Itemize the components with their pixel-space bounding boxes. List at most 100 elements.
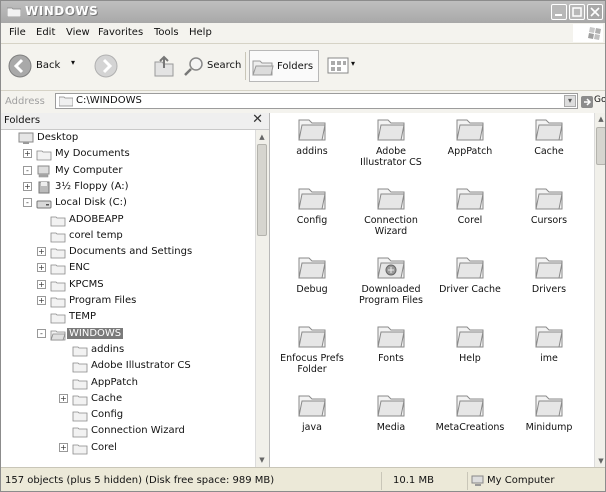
address-bar: Address C:\WINDOWS ▾ Go: [1, 91, 605, 114]
folder-item-media[interactable]: Media: [353, 391, 429, 461]
folder-item-addins[interactable]: addins: [274, 115, 350, 185]
folder-item-help[interactable]: Help: [432, 322, 508, 392]
collapse-icon[interactable]: -: [37, 328, 46, 338]
scroll-up-icon[interactable]: ▲: [596, 115, 605, 123]
tree-item-label: TEMP: [69, 311, 97, 323]
status-objects: 157 objects (plus 5 hidden) (Disk free s…: [5, 475, 275, 486]
folder-icon: [72, 379, 88, 389]
status-divider: [381, 472, 382, 490]
toolbar: Back ▾ Search Folders ▾: [1, 44, 605, 91]
tree-item-label: Cache: [91, 392, 123, 404]
folder-item-downloaded-program-files[interactable]: Downloaded Program Files: [353, 253, 429, 323]
collapse-icon[interactable]: -: [23, 165, 32, 175]
file-list: addins Adobe Illustrator CS AppPatch Cache C…: [270, 113, 594, 467]
maximize-button[interactable]: [569, 4, 585, 20]
address-dropdown-icon[interactable]: ▾: [564, 95, 576, 107]
folder-item-cursors[interactable]: Cursors: [511, 184, 587, 254]
scroll-thumb[interactable]: [257, 144, 267, 236]
back-button[interactable]: Back ▾: [5, 50, 87, 82]
forward-button[interactable]: [91, 50, 121, 82]
folder-item-enfocus-prefs-folder[interactable]: Enfocus Prefs Folder: [274, 322, 350, 392]
address-field[interactable]: C:\WINDOWS ▾: [55, 93, 578, 109]
folders-pane-header: Folders ✕: [1, 112, 269, 130]
folder-icon: [298, 119, 326, 141]
folder-icon: [456, 326, 484, 348]
menu-bar: File Edit View Favorites Tools Help: [1, 23, 605, 44]
folder-icon: [298, 188, 326, 210]
folder-icon: [50, 216, 66, 226]
folders-pane: Folders ✕ Desktop + My Documents - My Comput…: [1, 112, 270, 467]
computer-icon: [37, 165, 50, 177]
expand-icon[interactable]: +: [37, 296, 46, 305]
expand-icon[interactable]: +: [37, 263, 46, 273]
folder-item-config[interactable]: Config: [274, 184, 350, 254]
folder-icon: [456, 395, 484, 417]
folder-item-connection-wizard[interactable]: Connection Wizard: [353, 184, 429, 254]
scroll-down-icon[interactable]: ▼: [596, 457, 605, 465]
folder-item-label: Cache: [534, 146, 564, 157]
folders-button[interactable]: Folders: [249, 50, 319, 82]
menu-view[interactable]: View: [66, 27, 90, 38]
folder-item-drivers[interactable]: Drivers: [511, 253, 587, 323]
folder-item-label: Help: [459, 353, 481, 364]
expand-icon[interactable]: +: [59, 393, 68, 403]
file-list-scrollbar[interactable]: ▲ ▼: [594, 113, 605, 467]
tree-item-label: My Computer: [55, 164, 123, 176]
scroll-up-icon[interactable]: ▲: [257, 132, 267, 142]
folder-icon: [535, 257, 563, 279]
expand-icon[interactable]: +: [59, 442, 68, 452]
folder-icon: [50, 281, 66, 292]
folder-item-corel[interactable]: Corel: [432, 184, 508, 254]
menu-favorites[interactable]: Favorites: [98, 27, 143, 38]
folder-tree-scrollbar[interactable]: ▲ ▼: [255, 130, 269, 467]
expand-icon[interactable]: +: [37, 247, 46, 257]
scroll-thumb[interactable]: [596, 127, 605, 165]
collapse-icon[interactable]: -: [23, 198, 32, 208]
folder-icon: [50, 313, 66, 324]
search-icon: [184, 57, 203, 76]
explorer-window: WINDOWS File Edit View Favorites Tools H…: [0, 0, 606, 492]
folder-item-adobe-illustrator-cs[interactable]: Adobe Illustrator CS: [353, 115, 429, 185]
folder-item-apppatch[interactable]: AppPatch: [432, 115, 508, 185]
folder-item-java[interactable]: java: [274, 391, 350, 461]
menu-tools[interactable]: Tools: [154, 27, 179, 38]
folder-item-metacreations[interactable]: MetaCreations: [432, 391, 508, 461]
folder-item-ime[interactable]: ime: [511, 322, 587, 392]
folder-item-label: ime: [540, 353, 558, 364]
folder-item-cache[interactable]: Cache: [511, 115, 587, 185]
expand-icon[interactable]: +: [23, 149, 32, 159]
close-button[interactable]: [587, 4, 603, 20]
title-bar[interactable]: WINDOWS: [1, 1, 605, 23]
tree-item-label: Documents and Settings: [69, 246, 193, 258]
folders-label: Folders: [277, 61, 314, 72]
scroll-down-icon[interactable]: ▼: [257, 455, 267, 465]
menu-file[interactable]: File: [9, 27, 26, 38]
folder-item-label: Enfocus Prefs Folder: [280, 353, 344, 375]
expand-icon[interactable]: +: [37, 279, 46, 289]
folder-item-label: Fonts: [378, 353, 404, 364]
folder-icon: [535, 188, 563, 210]
go-label: Go: [594, 95, 606, 105]
folder-item-driver-cache[interactable]: Driver Cache: [432, 253, 508, 323]
tree-item-label: Corel: [91, 441, 117, 453]
back-dropdown-icon[interactable]: ▾: [71, 58, 75, 67]
tree-item-label: Connection Wizard: [91, 425, 185, 437]
tree-item-label: Local Disk (C:): [55, 197, 127, 209]
views-button[interactable]: ▾: [325, 50, 361, 82]
folder-item-label: Driver Cache: [439, 284, 501, 295]
status-bar: 157 objects (plus 5 hidden) (Disk free s…: [1, 467, 605, 491]
minimize-button[interactable]: [551, 4, 567, 20]
close-folders-pane-button[interactable]: ✕: [252, 112, 263, 127]
views-dropdown-icon[interactable]: ▾: [351, 59, 355, 68]
expand-icon[interactable]: +: [23, 181, 32, 191]
search-button[interactable]: Search: [181, 50, 243, 82]
up-button[interactable]: [149, 50, 179, 82]
menu-help[interactable]: Help: [189, 27, 212, 38]
folder-item-fonts[interactable]: Fonts: [353, 322, 429, 392]
folder-item-debug[interactable]: Debug: [274, 253, 350, 323]
address-label: Address: [5, 96, 45, 107]
folder-item-label: Minidump: [525, 422, 573, 433]
go-button[interactable]: Go: [581, 94, 605, 110]
folder-item-minidump[interactable]: Minidump: [511, 391, 587, 461]
menu-edit[interactable]: Edit: [36, 27, 55, 38]
